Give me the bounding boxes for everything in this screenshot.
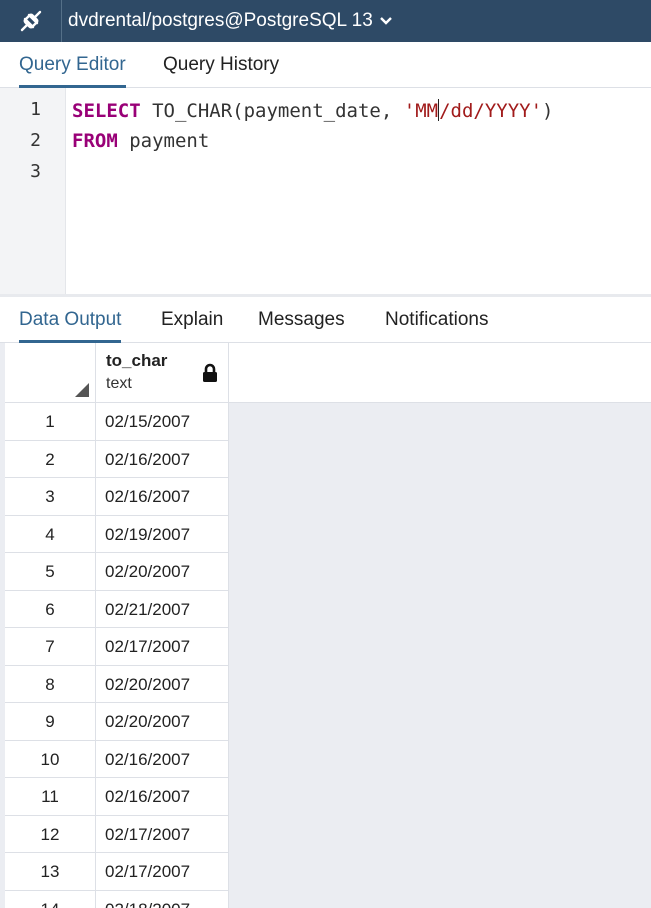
row-number[interactable]: 9 — [5, 703, 96, 740]
grid-header-filler — [229, 343, 651, 403]
line-number: 2 — [30, 130, 41, 151]
lock-icon — [201, 363, 219, 388]
output-tab-bar: Data Output Explain Messages Notificatio… — [0, 297, 651, 343]
column-name[interactable]: to_char — [106, 351, 167, 371]
code-line-2[interactable]: FROM payment — [72, 130, 209, 152]
cell-value[interactable]: 02/16/2007 — [105, 778, 190, 815]
server-connection-icon[interactable] — [0, 0, 62, 42]
cell-value[interactable]: 02/20/2007 — [105, 553, 190, 590]
row-number[interactable]: 1 — [5, 403, 96, 440]
row-number[interactable]: 12 — [5, 815, 96, 853]
table-row[interactable]: 14 02/18/2007 — [5, 890, 229, 908]
cell-value[interactable]: 02/20/2007 — [105, 666, 190, 703]
cell-value[interactable]: 02/17/2007 — [105, 853, 190, 890]
row-number[interactable]: 7 — [5, 628, 96, 665]
tab-messages[interactable]: Messages — [258, 297, 345, 343]
editor-tab-bar: Query Editor Query History — [0, 42, 651, 88]
table-row[interactable]: 6 02/21/2007 — [5, 590, 229, 628]
table-row[interactable]: 8 02/20/2007 — [5, 665, 229, 703]
row-number[interactable]: 4 — [5, 515, 96, 553]
line-number: 3 — [30, 161, 41, 182]
sql-keyword: FROM — [72, 130, 118, 152]
tab-explain[interactable]: Explain — [161, 297, 223, 343]
code-text: payment — [117, 130, 210, 152]
table-row[interactable]: 12 02/17/2007 — [5, 815, 229, 853]
row-number[interactable]: 8 — [5, 665, 96, 703]
row-number[interactable]: 5 — [5, 553, 96, 590]
tab-query-editor[interactable]: Query Editor — [19, 42, 126, 88]
grid-header: to_char text — [5, 343, 229, 403]
row-number[interactable]: 6 — [5, 590, 96, 628]
select-all-corner[interactable] — [5, 343, 96, 403]
connection-label: dvdrental/postgres@PostgreSQL 13 — [68, 10, 373, 31]
table-row[interactable]: 10 02/16/2007 — [5, 740, 229, 778]
chevron-down-icon — [379, 16, 393, 26]
cell-value[interactable]: 02/16/2007 — [105, 441, 190, 478]
table-row[interactable]: 4 02/19/2007 — [5, 515, 229, 553]
column-divider — [228, 343, 229, 908]
tab-notifications[interactable]: Notifications — [385, 297, 489, 343]
cell-value[interactable]: 02/18/2007 — [105, 891, 190, 908]
result-table: to_char text 1 02/15/2007 2 02/16/2007 3 02/1… — [5, 343, 229, 908]
column-type: text — [106, 375, 132, 392]
sql-keyword: SELECT — [72, 100, 141, 122]
cell-value[interactable]: 02/19/2007 — [105, 516, 190, 553]
tab-data-output[interactable]: Data Output — [19, 297, 122, 343]
row-number[interactable]: 13 — [5, 853, 96, 890]
table-row[interactable]: 7 02/17/2007 — [5, 628, 229, 666]
cell-value[interactable]: 02/20/2007 — [105, 703, 190, 740]
table-row[interactable]: 3 02/16/2007 — [5, 478, 229, 516]
connection-selector[interactable]: dvdrental/postgres@PostgreSQL 13 — [62, 10, 393, 32]
string-literal: 'MM — [403, 100, 439, 122]
code-text: TO_CHAR(payment_date, — [140, 100, 404, 122]
string-literal: /dd/YYYY' — [439, 100, 543, 122]
row-number[interactable]: 11 — [5, 778, 96, 815]
table-row[interactable]: 13 02/17/2007 — [5, 853, 229, 891]
code-line-1[interactable]: SELECT TO_CHAR(payment_date, 'MM/dd/YYYY… — [72, 99, 553, 122]
cell-value[interactable]: 02/17/2007 — [105, 816, 190, 853]
data-output-grid: to_char text 1 02/15/2007 2 02/16/2007 3 02/1… — [0, 343, 651, 908]
tab-query-history[interactable]: Query History — [163, 42, 279, 88]
cell-value[interactable]: 02/17/2007 — [105, 628, 190, 665]
cell-value[interactable]: 02/16/2007 — [105, 741, 190, 778]
row-number[interactable]: 2 — [5, 440, 96, 478]
line-number-gutter: 1 2 3 — [0, 88, 66, 294]
row-number[interactable]: 3 — [5, 478, 96, 515]
grid-rows: 1 02/15/2007 2 02/16/2007 3 02/16/2007 4 02/19/… — [5, 403, 229, 908]
row-number[interactable]: 10 — [5, 740, 96, 778]
sql-editor[interactable]: 1 2 3 SELECT TO_CHAR(payment_date, 'MM/d… — [0, 88, 651, 294]
table-row[interactable]: 2 02/16/2007 — [5, 440, 229, 478]
cell-value[interactable]: 02/15/2007 — [105, 403, 190, 440]
line-number: 1 — [30, 99, 41, 120]
connection-titlebar: dvdrental/postgres@PostgreSQL 13 — [0, 0, 651, 42]
row-number[interactable]: 14 — [5, 890, 96, 908]
table-row[interactable]: 9 02/20/2007 — [5, 703, 229, 741]
select-all-icon — [75, 383, 89, 397]
cell-value[interactable]: 02/21/2007 — [105, 591, 190, 628]
table-row[interactable]: 1 02/15/2007 — [5, 403, 229, 441]
table-row[interactable]: 11 02/16/2007 — [5, 778, 229, 816]
table-row[interactable]: 5 02/20/2007 — [5, 553, 229, 591]
code-text: ) — [542, 100, 554, 122]
cell-value[interactable]: 02/16/2007 — [105, 478, 190, 515]
